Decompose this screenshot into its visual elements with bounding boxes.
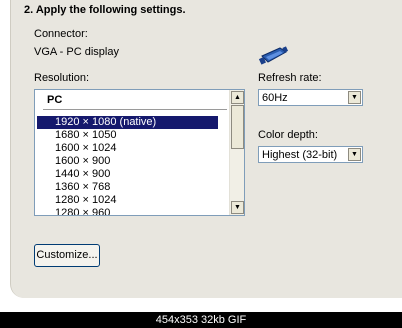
list-item[interactable]: 1440 × 900 <box>37 168 218 181</box>
connector-value: VGA - PC display <box>34 46 119 58</box>
refresh-rate-value: 60Hz <box>262 92 288 104</box>
customize-button[interactable]: Customize... <box>34 244 100 267</box>
list-item[interactable]: 1280 × 960 <box>37 207 218 215</box>
list-item[interactable]: 1600 × 1024 <box>37 142 218 155</box>
scroll-thumb[interactable] <box>231 105 244 149</box>
resolution-group-header: PC <box>35 90 229 110</box>
refresh-rate-label: Refresh rate: <box>258 72 322 84</box>
image-viewport: 2. Apply the following settings. Connect… <box>0 0 402 312</box>
resolution-list[interactable]: PC 1920 × 1080 (native) 1680 × 1050 1600… <box>34 89 245 216</box>
resolution-items: 1920 × 1080 (native) 1680 × 1050 1600 × … <box>35 116 229 215</box>
color-depth-value: Highest (32-bit) <box>262 149 338 161</box>
color-depth-select[interactable]: Highest (32-bit) ▼ <box>258 146 363 163</box>
section-heading: 2. Apply the following settings. <box>24 4 186 16</box>
vga-connector-icon <box>258 46 288 65</box>
color-depth-label: Color depth: <box>258 129 318 141</box>
resolution-label: Resolution: <box>34 72 90 84</box>
list-item[interactable]: 1680 × 1050 <box>37 129 218 142</box>
scroll-down-arrow-icon[interactable]: ▼ <box>231 201 244 214</box>
chevron-down-icon[interactable]: ▼ <box>348 91 361 104</box>
scroll-up-arrow-icon[interactable]: ▲ <box>231 91 244 104</box>
resolution-scrollbar[interactable]: ▲ ▼ <box>229 90 244 215</box>
refresh-rate-select[interactable]: 60Hz ▼ <box>258 89 363 106</box>
list-item[interactable]: 1280 × 1024 <box>37 194 218 207</box>
chevron-down-icon[interactable]: ▼ <box>348 148 361 161</box>
list-item[interactable]: 1920 × 1080 (native) <box>37 116 218 129</box>
list-item[interactable]: 1360 × 768 <box>37 181 218 194</box>
connector-label: Connector: <box>34 28 88 40</box>
resolution-group-label: PC <box>47 94 63 106</box>
group-divider <box>43 109 227 110</box>
list-item[interactable]: 1600 × 900 <box>37 155 218 168</box>
image-caption: 454x353 32kb GIF <box>0 312 402 328</box>
